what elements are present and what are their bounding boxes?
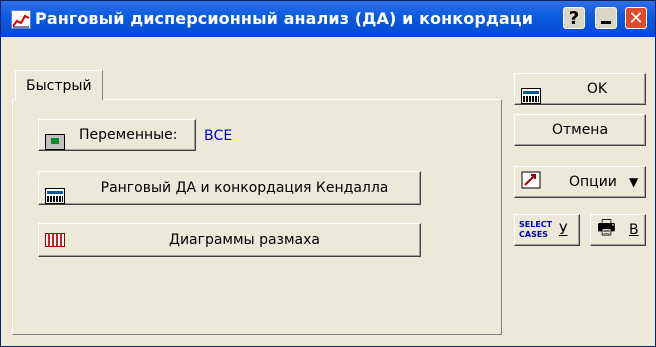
grid-icon (45, 188, 65, 204)
help-button[interactable]: ? (563, 7, 585, 29)
app-icon (11, 10, 31, 29)
cancel-button[interactable]: Отмена (514, 114, 646, 146)
screen-icon (45, 134, 65, 150)
tab-quick[interactable]: Быстрый (15, 70, 103, 100)
ok-button[interactable]: OK (514, 73, 646, 105)
title-bar[interactable]: Ранговый дисперсионный анализ (ДА) и кон… (1, 1, 655, 37)
ranking-anova-button[interactable]: Ранговый ДА и конкордация Кендалла (38, 171, 421, 205)
select-cases-icon: SELECT CASES (519, 220, 553, 239)
minimize-icon (601, 21, 611, 24)
box-plots-button-label: Диаграммы размаха (169, 232, 320, 248)
close-button[interactable]: ✕ (625, 7, 647, 29)
chevron-down-icon: ▼ (629, 175, 639, 189)
variables-button-label: Переменные: (79, 127, 178, 143)
box-plots-button[interactable]: Диаграммы размаха (38, 223, 421, 257)
options-label: Опции (569, 174, 617, 190)
print-key: В (629, 222, 639, 238)
dialog-window: Ранговый дисперсионный анализ (ДА) и кон… (0, 0, 656, 347)
ok-label: OK (586, 81, 608, 97)
minimize-button[interactable] (595, 7, 617, 29)
options-icon (521, 171, 541, 193)
grid-icon (521, 88, 541, 104)
box-plot-icon (45, 233, 65, 247)
select-cases-key: У (559, 222, 568, 238)
window-title: Ранговый дисперсионный анализ (ДА) и кон… (35, 9, 534, 28)
printer-icon: 🖶 (597, 215, 616, 239)
ranking-button-label: Ранговый ДА и конкордация Кендалла (100, 180, 389, 196)
variables-value: ВСЕ (204, 128, 233, 144)
select-cases-button[interactable]: SELECT CASES У (514, 214, 580, 246)
options-button[interactable]: Опции ▼ (514, 166, 646, 198)
cancel-label: Отмена (551, 122, 609, 138)
variables-button[interactable]: Переменные: (38, 119, 196, 151)
print-button[interactable]: 🖶 В (590, 214, 646, 246)
